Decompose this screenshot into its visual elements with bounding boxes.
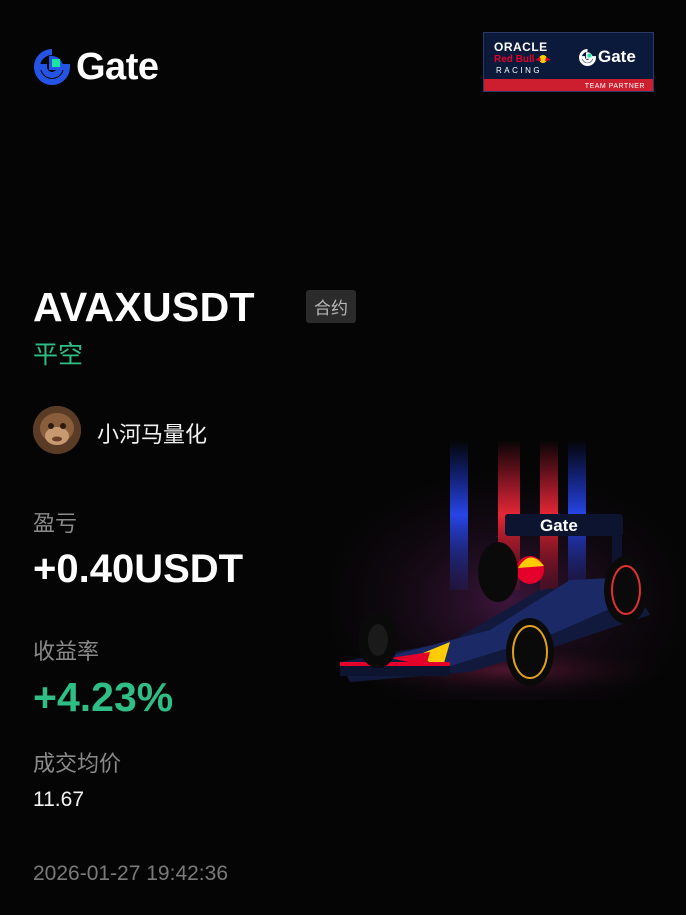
contract-tag: 合约 xyxy=(306,290,356,323)
pnl-label: 盈亏 xyxy=(33,511,78,536)
partner-badge: ORACLE Red Bull RACING Gate TEAM PARTNER xyxy=(483,32,654,92)
partner-racing: RACING xyxy=(496,66,543,75)
car-wing-text: Gate xyxy=(540,516,578,535)
partner-oracle: ORACLE xyxy=(494,40,548,54)
f1-car-illustration: Gate xyxy=(330,430,686,720)
redbull-icon xyxy=(535,55,551,63)
gate-logo: Gate xyxy=(34,46,159,88)
gate-logo-text: Gate xyxy=(76,46,159,88)
pnl-value: +0.40USDT xyxy=(33,547,244,591)
partner-label: TEAM PARTNER xyxy=(584,83,645,90)
f1-car-image: Gate xyxy=(330,440,686,700)
gate-logo-icon xyxy=(34,49,70,85)
avg-price-label: 成交均价 xyxy=(33,751,122,776)
gate-logo-icon xyxy=(579,48,596,66)
partner-gate-logo: Gate xyxy=(579,47,636,67)
avatar-image xyxy=(33,406,81,454)
roi-label: 收益率 xyxy=(33,639,100,664)
roi-value: +4.23% xyxy=(33,674,174,720)
timestamp: 2026-01-27 19:42:36 xyxy=(33,862,228,885)
username: 小河马量化 xyxy=(97,422,208,447)
partner-redbull: Red Bull xyxy=(494,54,535,65)
partner-gate-text: Gate xyxy=(598,47,636,66)
avg-price-value: 11.67 xyxy=(33,788,84,811)
share-card: Gate ORACLE Red Bull RACING Gate TEAM PA… xyxy=(0,0,686,915)
trading-pair: AVAXUSDT xyxy=(33,284,255,330)
avatar xyxy=(33,406,81,454)
position-side: 平空 xyxy=(33,341,84,369)
